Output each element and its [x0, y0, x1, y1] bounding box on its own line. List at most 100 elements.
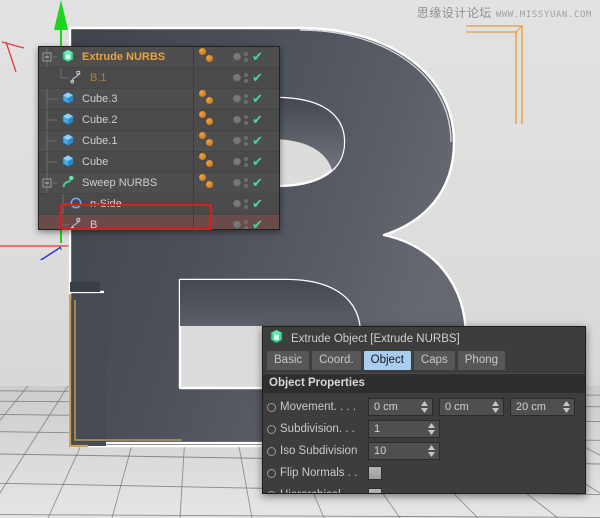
editor-visibility-dots-icon[interactable]	[244, 199, 248, 209]
spline-icon[interactable]	[69, 217, 85, 230]
tree-connector-icon[interactable]	[39, 131, 61, 151]
object-tree-list[interactable]: Extrude NURBS✔B.1✔Cube.3✔Cube.2✔Cube.1✔C…	[39, 47, 279, 230]
object-row-sweep-nurbs[interactable]: Sweep NURBS✔	[39, 173, 279, 194]
tag-column-divider	[193, 131, 194, 151]
green-check-icon[interactable]: ✔	[252, 157, 263, 167]
object-manager-panel[interactable]: Extrude NURBS✔B.1✔Cube.3✔Cube.2✔Cube.1✔C…	[38, 46, 280, 230]
tab-coord[interactable]: Coord.	[312, 351, 361, 370]
tab-caps[interactable]: Caps	[414, 351, 455, 370]
orange-tag-icon[interactable]	[199, 152, 239, 172]
property-checkbox[interactable]	[368, 488, 382, 494]
spinner-arrows-icon[interactable]	[421, 401, 428, 413]
numeric-input[interactable]: 10	[368, 442, 440, 460]
spinner-arrows-icon[interactable]	[428, 445, 435, 457]
extrude-nurbs-icon[interactable]	[61, 49, 77, 65]
green-check-icon[interactable]: ✔	[252, 115, 263, 125]
property-row-hierarchical: Hierarchical. . .	[267, 485, 581, 494]
editor-visibility-dots-icon[interactable]	[244, 73, 248, 83]
object-row-cube-1[interactable]: Cube.1✔	[39, 131, 279, 152]
orange-tag-icon[interactable]	[199, 131, 239, 151]
tree-connector-icon[interactable]	[39, 173, 61, 193]
property-label: Iso Subdivision	[280, 445, 368, 457]
numeric-input[interactable]: 0 cm	[368, 398, 433, 416]
object-row-toggles[interactable]: ✔	[229, 220, 279, 230]
property-row-iso-subdivision: Iso Subdivision10	[267, 441, 581, 461]
orange-tag-icon[interactable]	[199, 173, 239, 193]
tag-column-divider	[193, 47, 194, 67]
object-row-b-1[interactable]: B.1✔	[39, 68, 279, 89]
object-row-cube-3[interactable]: Cube.3✔	[39, 89, 279, 110]
attribute-manager-panel[interactable]: Extrude Object [Extrude NURBS] BasicCoor…	[262, 326, 586, 494]
attribute-tab-bar[interactable]: BasicCoord.ObjectCapsPhong	[263, 350, 585, 373]
visibility-dot-icon[interactable]	[233, 74, 241, 82]
editor-visibility-dots-icon[interactable]	[244, 52, 248, 62]
editor-visibility-dots-icon[interactable]	[244, 94, 248, 104]
tree-connector-icon[interactable]	[39, 47, 61, 67]
cube-icon[interactable]	[61, 133, 77, 149]
object-row-cube[interactable]: Cube✔	[39, 152, 279, 173]
tag-column-divider	[193, 110, 194, 130]
tree-connector-icon[interactable]	[47, 68, 69, 88]
cube-icon[interactable]	[61, 154, 77, 170]
green-check-icon[interactable]: ✔	[252, 199, 263, 209]
editor-visibility-dots-icon[interactable]	[244, 220, 248, 230]
green-check-icon[interactable]: ✔	[252, 94, 263, 104]
green-check-icon[interactable]: ✔	[252, 220, 263, 230]
n-side-icon[interactable]	[69, 196, 85, 212]
visibility-dot-icon[interactable]	[233, 221, 241, 229]
numeric-input[interactable]: 1	[368, 420, 440, 438]
cube-icon[interactable]	[61, 112, 77, 128]
watermark-cn: 思缘设计论坛	[417, 6, 492, 20]
green-check-icon[interactable]: ✔	[252, 73, 263, 83]
tree-connector-icon[interactable]	[39, 89, 61, 109]
object-row-toggles[interactable]: ✔	[229, 199, 279, 209]
green-check-icon[interactable]: ✔	[252, 52, 263, 62]
tab-phong[interactable]: Phong	[458, 351, 505, 370]
spline-icon[interactable]	[69, 70, 85, 86]
property-row-movement: Movement. . . .0 cm0 cm20 cm	[267, 397, 581, 417]
tab-object[interactable]: Object	[364, 351, 411, 370]
object-row-n-side[interactable]: n-Side✔	[39, 194, 279, 215]
green-check-icon[interactable]: ✔	[252, 178, 263, 188]
numeric-input-value: 1	[369, 421, 380, 437]
orange-tag-icon[interactable]	[199, 89, 239, 109]
spinner-arrows-icon[interactable]	[428, 423, 435, 435]
object-row-toggles[interactable]: ✔	[229, 73, 279, 83]
object-row-cube-2[interactable]: Cube.2✔	[39, 110, 279, 131]
green-check-icon[interactable]: ✔	[252, 136, 263, 146]
tree-connector-icon[interactable]	[47, 215, 69, 230]
cube-icon[interactable]	[61, 91, 77, 107]
editor-visibility-dots-icon[interactable]	[244, 115, 248, 125]
property-animate-dot-icon[interactable]	[267, 425, 276, 434]
tree-connector-icon[interactable]	[47, 194, 69, 214]
property-label: Movement. . . .	[280, 401, 368, 413]
tree-connector-icon[interactable]	[39, 110, 61, 130]
property-animate-dot-icon[interactable]	[267, 469, 276, 478]
property-animate-dot-icon[interactable]	[267, 491, 276, 495]
orange-tag-icon[interactable]	[199, 47, 239, 67]
visibility-dot-icon[interactable]	[233, 200, 241, 208]
attribute-manager-titlebar: Extrude Object [Extrude NURBS]	[263, 327, 585, 350]
object-properties-body[interactable]: Movement. . . .0 cm0 cm20 cmSubdivision.…	[263, 393, 585, 494]
editor-visibility-dots-icon[interactable]	[244, 136, 248, 146]
property-row-subdivision: Subdivision. . .1	[267, 419, 581, 439]
property-animate-dot-icon[interactable]	[267, 403, 276, 412]
numeric-input-value: 0 cm	[440, 399, 469, 415]
spinner-arrows-icon[interactable]	[492, 401, 499, 413]
property-checkbox[interactable]	[368, 466, 382, 480]
tab-basic[interactable]: Basic	[267, 351, 309, 370]
numeric-input[interactable]: 20 cm	[510, 398, 575, 416]
editor-visibility-dots-icon[interactable]	[244, 178, 248, 188]
object-row-extrude-nurbs[interactable]: Extrude NURBS✔	[39, 47, 279, 68]
editor-visibility-dots-icon[interactable]	[244, 157, 248, 167]
sweep-nurbs-icon[interactable]	[61, 175, 77, 191]
numeric-input[interactable]: 0 cm	[439, 398, 504, 416]
property-animate-dot-icon[interactable]	[267, 447, 276, 456]
tree-connector-icon[interactable]	[39, 152, 61, 172]
numeric-input-value: 0 cm	[369, 399, 398, 415]
tag-column-divider	[193, 173, 194, 193]
orange-tag-icon[interactable]	[199, 110, 239, 130]
screenshot-root: 思缘设计论坛WWW.MISSYUAN.COM Extrude NURBS✔B.1…	[0, 0, 600, 518]
object-row-b[interactable]: B✔	[39, 215, 279, 230]
spinner-arrows-icon[interactable]	[563, 401, 570, 413]
